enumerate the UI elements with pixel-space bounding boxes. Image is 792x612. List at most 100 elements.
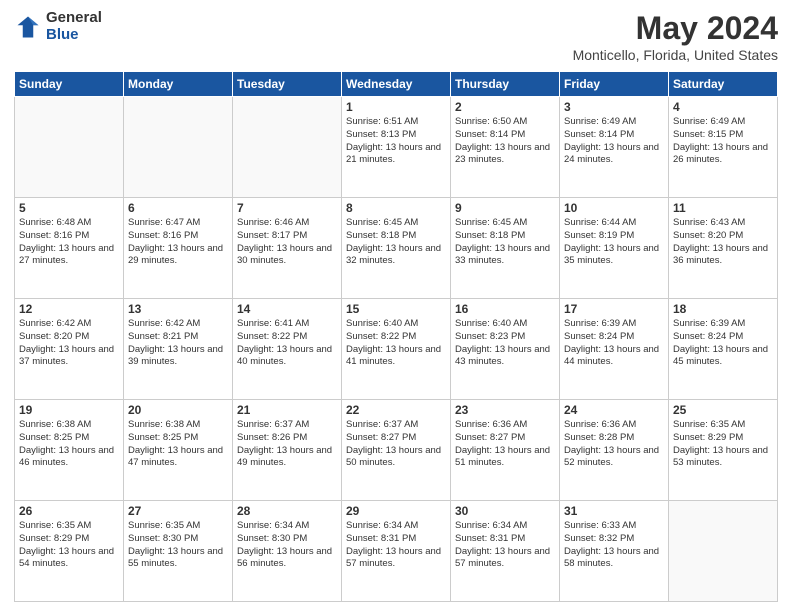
day-info: Sunrise: 6:48 AM Sunset: 8:16 PM Dayligh… <box>19 217 119 268</box>
day-info: Sunrise: 6:35 AM Sunset: 8:30 PM Dayligh… <box>128 520 228 571</box>
day-number: 5 <box>19 201 119 215</box>
day-number: 4 <box>673 100 773 114</box>
day-number: 8 <box>346 201 446 215</box>
day-number: 16 <box>455 302 555 316</box>
day-info: Sunrise: 6:42 AM Sunset: 8:20 PM Dayligh… <box>19 318 119 369</box>
day-info: Sunrise: 6:43 AM Sunset: 8:20 PM Dayligh… <box>673 217 773 268</box>
day-info: Sunrise: 6:37 AM Sunset: 8:26 PM Dayligh… <box>237 419 337 470</box>
weekday-header-thursday: Thursday <box>451 72 560 97</box>
day-number: 1 <box>346 100 446 114</box>
day-info: Sunrise: 6:41 AM Sunset: 8:22 PM Dayligh… <box>237 318 337 369</box>
calendar-cell <box>124 97 233 198</box>
day-info: Sunrise: 6:40 AM Sunset: 8:23 PM Dayligh… <box>455 318 555 369</box>
day-info: Sunrise: 6:46 AM Sunset: 8:17 PM Dayligh… <box>237 217 337 268</box>
calendar-cell <box>233 97 342 198</box>
day-number: 10 <box>564 201 664 215</box>
calendar-cell: 15 Sunrise: 6:40 AM Sunset: 8:22 PM Dayli… <box>342 299 451 400</box>
day-info: Sunrise: 6:38 AM Sunset: 8:25 PM Dayligh… <box>128 419 228 470</box>
day-info: Sunrise: 6:49 AM Sunset: 8:15 PM Dayligh… <box>673 116 773 167</box>
calendar-cell: 25Sunrise: 6:35 AM Sunset: 8:29 PM Dayli… <box>669 400 778 501</box>
calendar-cell: 30 Sunrise: 6:34 AM Sunset: 8:31 PM Dayli… <box>451 501 560 602</box>
day-number: 21 <box>237 403 337 417</box>
subtitle: Monticello, Florida, United States <box>573 47 778 63</box>
calendar-cell: 9Sunrise: 6:45 AM Sunset: 8:18 PM Daylig… <box>451 198 560 299</box>
day-info: Sunrise: 6:36 AM Sunset: 8:28 PM Dayligh… <box>564 419 664 470</box>
weekday-header-wednesday: Wednesday <box>342 72 451 97</box>
calendar-cell: 3 Sunrise: 6:49 AM Sunset: 8:14 PM Daylig… <box>560 97 669 198</box>
day-info: Sunrise: 6:42 AM Sunset: 8:21 PM Dayligh… <box>128 318 228 369</box>
day-number: 20 <box>128 403 228 417</box>
day-info: Sunrise: 6:33 AM Sunset: 8:32 PM Dayligh… <box>564 520 664 571</box>
day-info: Sunrise: 6:50 AM Sunset: 8:14 PM Dayligh… <box>455 116 555 167</box>
logo-text: General Blue <box>46 10 102 43</box>
calendar-cell: 22Sunrise: 6:37 AM Sunset: 8:27 PM Dayli… <box>342 400 451 501</box>
calendar-week-2: 5 Sunrise: 6:48 AM Sunset: 8:16 PM Daylig… <box>15 198 778 299</box>
calendar-cell: 14 Sunrise: 6:41 AM Sunset: 8:22 PM Dayli… <box>233 299 342 400</box>
calendar-cell: 12Sunrise: 6:42 AM Sunset: 8:20 PM Dayli… <box>15 299 124 400</box>
calendar-cell: 20 Sunrise: 6:38 AM Sunset: 8:25 PM Dayli… <box>124 400 233 501</box>
day-number: 15 <box>346 302 446 316</box>
logo-general-text: General <box>46 10 102 27</box>
day-info: Sunrise: 6:36 AM Sunset: 8:27 PM Dayligh… <box>455 419 555 470</box>
day-number: 14 <box>237 302 337 316</box>
calendar-cell: 26Sunrise: 6:35 AM Sunset: 8:29 PM Dayli… <box>15 501 124 602</box>
logo-icon <box>14 13 42 41</box>
calendar-cell: 27 Sunrise: 6:35 AM Sunset: 8:30 PM Dayli… <box>124 501 233 602</box>
calendar-cell: 2 Sunrise: 6:50 AM Sunset: 8:14 PM Daylig… <box>451 97 560 198</box>
calendar-cell: 7 Sunrise: 6:46 AM Sunset: 8:17 PM Daylig… <box>233 198 342 299</box>
day-info: Sunrise: 6:35 AM Sunset: 8:29 PM Dayligh… <box>19 520 119 571</box>
calendar-cell <box>669 501 778 602</box>
day-number: 19 <box>19 403 119 417</box>
weekday-header-saturday: Saturday <box>669 72 778 97</box>
day-info: Sunrise: 6:47 AM Sunset: 8:16 PM Dayligh… <box>128 217 228 268</box>
day-info: Sunrise: 6:38 AM Sunset: 8:25 PM Dayligh… <box>19 419 119 470</box>
day-number: 27 <box>128 504 228 518</box>
calendar-cell: 29Sunrise: 6:34 AM Sunset: 8:31 PM Dayli… <box>342 501 451 602</box>
day-info: Sunrise: 6:44 AM Sunset: 8:19 PM Dayligh… <box>564 217 664 268</box>
title-block: May 2024 Monticello, Florida, United Sta… <box>573 10 778 63</box>
day-info: Sunrise: 6:45 AM Sunset: 8:18 PM Dayligh… <box>346 217 446 268</box>
calendar-cell: 5 Sunrise: 6:48 AM Sunset: 8:16 PM Daylig… <box>15 198 124 299</box>
day-info: Sunrise: 6:40 AM Sunset: 8:22 PM Dayligh… <box>346 318 446 369</box>
day-info: Sunrise: 6:49 AM Sunset: 8:14 PM Dayligh… <box>564 116 664 167</box>
day-number: 7 <box>237 201 337 215</box>
day-info: Sunrise: 6:51 AM Sunset: 8:13 PM Dayligh… <box>346 116 446 167</box>
page: General Blue May 2024 Monticello, Florid… <box>0 0 792 612</box>
calendar-cell: 31Sunrise: 6:33 AM Sunset: 8:32 PM Dayli… <box>560 501 669 602</box>
calendar-body: 1 Sunrise: 6:51 AM Sunset: 8:13 PM Daylig… <box>15 97 778 602</box>
day-number: 2 <box>455 100 555 114</box>
day-number: 22 <box>346 403 446 417</box>
day-number: 29 <box>346 504 446 518</box>
main-title: May 2024 <box>573 10 778 47</box>
calendar-cell: 1 Sunrise: 6:51 AM Sunset: 8:13 PM Daylig… <box>342 97 451 198</box>
day-info: Sunrise: 6:34 AM Sunset: 8:31 PM Dayligh… <box>455 520 555 571</box>
day-info: Sunrise: 6:45 AM Sunset: 8:18 PM Dayligh… <box>455 217 555 268</box>
calendar-table: SundayMondayTuesdayWednesdayThursdayFrid… <box>14 71 778 602</box>
logo-blue-text: Blue <box>46 27 102 44</box>
day-number: 30 <box>455 504 555 518</box>
calendar-cell: 11Sunrise: 6:43 AM Sunset: 8:20 PM Dayli… <box>669 198 778 299</box>
calendar-week-5: 26Sunrise: 6:35 AM Sunset: 8:29 PM Dayli… <box>15 501 778 602</box>
calendar-week-3: 12Sunrise: 6:42 AM Sunset: 8:20 PM Dayli… <box>15 299 778 400</box>
calendar-cell: 24Sunrise: 6:36 AM Sunset: 8:28 PM Dayli… <box>560 400 669 501</box>
calendar-cell: 21 Sunrise: 6:37 AM Sunset: 8:26 PM Dayli… <box>233 400 342 501</box>
day-info: Sunrise: 6:35 AM Sunset: 8:29 PM Dayligh… <box>673 419 773 470</box>
day-number: 18 <box>673 302 773 316</box>
day-number: 3 <box>564 100 664 114</box>
calendar-cell: 17Sunrise: 6:39 AM Sunset: 8:24 PM Dayli… <box>560 299 669 400</box>
weekday-header-sunday: Sunday <box>15 72 124 97</box>
calendar-cell: 6Sunrise: 6:47 AM Sunset: 8:16 PM Daylig… <box>124 198 233 299</box>
weekday-header-monday: Monday <box>124 72 233 97</box>
calendar-cell: 19 Sunrise: 6:38 AM Sunset: 8:25 PM Dayli… <box>15 400 124 501</box>
calendar-cell <box>15 97 124 198</box>
day-info: Sunrise: 6:39 AM Sunset: 8:24 PM Dayligh… <box>564 318 664 369</box>
calendar-cell: 8 Sunrise: 6:45 AM Sunset: 8:18 PM Daylig… <box>342 198 451 299</box>
calendar-week-4: 19 Sunrise: 6:38 AM Sunset: 8:25 PM Dayli… <box>15 400 778 501</box>
weekday-header-friday: Friday <box>560 72 669 97</box>
weekday-header-tuesday: Tuesday <box>233 72 342 97</box>
calendar-cell: 18 Sunrise: 6:39 AM Sunset: 8:24 PM Dayli… <box>669 299 778 400</box>
calendar-cell: 13Sunrise: 6:42 AM Sunset: 8:21 PM Dayli… <box>124 299 233 400</box>
weekday-header-row: SundayMondayTuesdayWednesdayThursdayFrid… <box>15 72 778 97</box>
day-info: Sunrise: 6:39 AM Sunset: 8:24 PM Dayligh… <box>673 318 773 369</box>
calendar-header: SundayMondayTuesdayWednesdayThursdayFrid… <box>15 72 778 97</box>
